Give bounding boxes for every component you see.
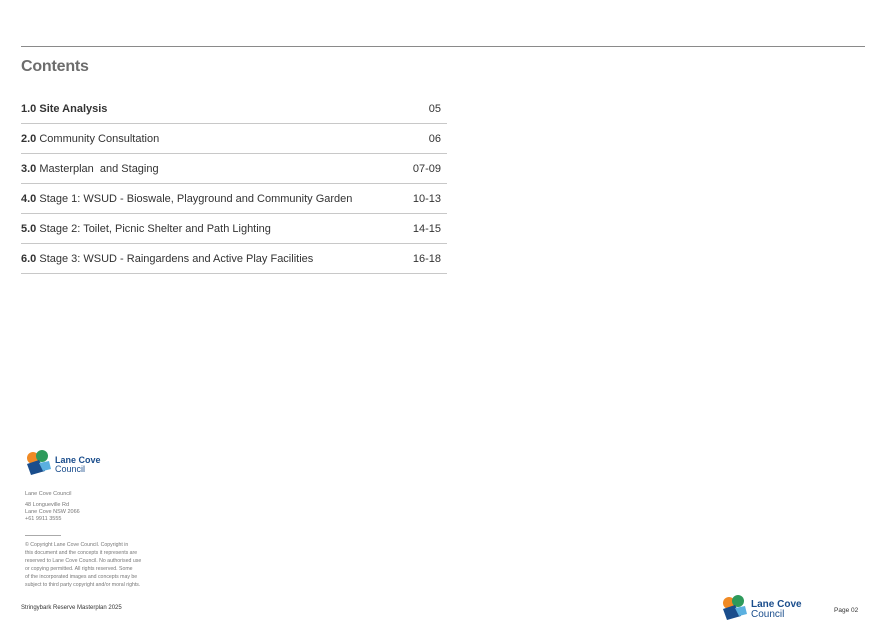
toc-item-stage-1[interactable]: 4.0 Stage 1: WSUD - Bioswale, Playground… xyxy=(21,185,447,214)
toc-item-number: 2.0 xyxy=(21,133,37,145)
page-number: Page 02 xyxy=(834,607,859,614)
toc-item-number: 3.0 xyxy=(21,163,37,175)
toc-item-page: 16-18 xyxy=(412,253,441,265)
toc-item-title: Stage 1: WSUD - Bioswale, Playground and… xyxy=(39,193,353,205)
toc-item-page: 07-09 xyxy=(412,163,441,175)
toc-item-number: 1.0 xyxy=(21,103,37,115)
copyright-line: subject to third party copyright and/or … xyxy=(25,581,141,588)
page-title: Contents xyxy=(21,58,89,75)
footer-logo: Lane Cove Council xyxy=(721,594,811,622)
toc-item-community-consultation[interactable]: 2.0 Community Consultation 06 xyxy=(21,125,447,154)
copyright-line: of the incorporated images and concepts … xyxy=(25,573,138,580)
toc-item-title: Community Consultation xyxy=(39,133,160,145)
toc-item-page: 06 xyxy=(428,133,441,145)
copyright-line: © Copyright Lane Cove Council. Copyright… xyxy=(25,542,129,548)
toc-item-site-analysis[interactable]: 1.0 Site Analysis 05 xyxy=(21,95,447,124)
address-org: Lane Cove Council xyxy=(25,491,72,497)
address-suburb: Lane Cove NSW 2066 xyxy=(25,509,80,515)
toc-item-stage-2[interactable]: 5.0 Stage 2: Toilet, Picnic Shelter and … xyxy=(21,215,447,244)
copyright-line: this document and the concepts it repres… xyxy=(25,549,138,556)
table-of-contents: 1.0 Site Analysis 05 2.0 Community Consu… xyxy=(21,95,447,275)
toc-item-page: 05 xyxy=(428,103,441,115)
copyright-line: or copying permitted. All rights reserve… xyxy=(25,565,133,572)
copyright-line: reserved to Lane Cove Council. No author… xyxy=(25,557,142,564)
toc-item-title: Stage 3: WSUD - Raingardens and Active P… xyxy=(39,253,314,265)
council-logo: Lane Cove Council xyxy=(25,449,105,477)
toc-item-masterplan[interactable]: 3.0 Masterplan and Staging 07-09 xyxy=(21,155,447,184)
toc-item-page: 10-13 xyxy=(412,193,441,205)
address-street: 48 Longueville Rd xyxy=(25,502,70,508)
council-address: Lane Cove Council 48 Longueville Rd Lane… xyxy=(25,491,155,523)
footer-logo-line-2: Council xyxy=(751,609,785,620)
toc-item-stage-3[interactable]: 6.0 Stage 3: WSUD - Raingardens and Acti… xyxy=(21,245,447,274)
council-logo-icon xyxy=(27,450,51,475)
address-divider xyxy=(25,535,61,536)
address-phone: +61 9911 3555 xyxy=(25,516,62,522)
toc-item-title: Stage 2: Toilet, Picnic Shelter and Path… xyxy=(39,223,271,235)
copyright-notice: © Copyright Lane Cove Council. Copyright… xyxy=(25,542,155,589)
toc-item-number: 4.0 xyxy=(21,193,37,205)
toc-item-number: 6.0 xyxy=(21,253,37,265)
footer-logo-icon xyxy=(723,595,747,620)
logo-line-2: Council xyxy=(55,464,86,474)
toc-item-title: Site Analysis xyxy=(39,103,108,115)
document-title-footer: Stringybark Reserve Masterplan 2025 xyxy=(21,605,122,611)
toc-item-number: 5.0 xyxy=(21,223,37,235)
header-rule xyxy=(21,46,865,47)
toc-item-page: 14-15 xyxy=(412,223,441,235)
toc-item-title: Masterplan and Staging xyxy=(39,163,159,175)
